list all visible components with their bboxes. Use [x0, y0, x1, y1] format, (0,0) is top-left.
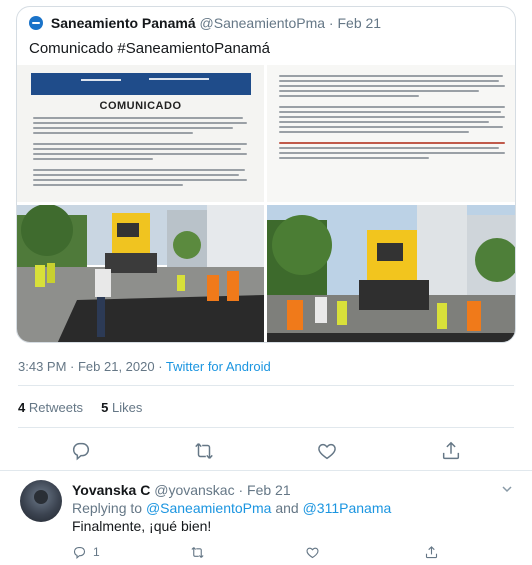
- engagement-stats: 4 Retweets 5 Likes: [18, 400, 142, 415]
- reply-like-button[interactable]: [305, 544, 320, 560]
- media-document-2[interactable]: [267, 65, 515, 202]
- reply-count: 1: [93, 545, 100, 559]
- reply-text: Finalmente, ¡qué bien!: [72, 518, 212, 534]
- media-document-1[interactable]: COMUNICADO: [17, 65, 264, 202]
- reply-date[interactable]: Feb 21: [247, 482, 291, 498]
- reply-author-name[interactable]: Yovanska C: [72, 482, 150, 498]
- like-button[interactable]: [316, 440, 338, 462]
- quoted-tweet-text: Comunicado #SaneamientoPanamá: [29, 40, 270, 57]
- retweet-icon: [191, 546, 204, 558]
- reply-retweet-button[interactable]: [190, 544, 205, 560]
- post-time[interactable]: 3:43 PM · Feb 21, 2020: [18, 359, 155, 374]
- mention-saneamientopma[interactable]: @SaneamientoPma: [146, 500, 272, 516]
- reply-tweet[interactable]: Yovanska C @yovanskac · Feb 21 Replying …: [0, 476, 532, 565]
- quoted-author-name[interactable]: Saneamiento Panamá: [51, 15, 196, 31]
- reply-button[interactable]: [70, 440, 92, 462]
- likes-label: Likes: [112, 400, 143, 415]
- reply-icon: [73, 546, 86, 559]
- retweets-count: 4: [18, 400, 26, 415]
- share-icon: [442, 441, 460, 460]
- more-options-button[interactable]: [500, 482, 514, 496]
- replying-to: Replying to @SaneamientoPma and @311Pana…: [72, 500, 391, 516]
- quoted-date[interactable]: Feb 21: [337, 15, 381, 31]
- replying-prefix: Replying to: [72, 500, 146, 516]
- document-heading: COMUNICADO: [99, 100, 182, 112]
- post-timestamp: 3:43 PM · Feb 21, 2020 · Twitter for And…: [18, 359, 271, 374]
- divider-top: [18, 385, 514, 386]
- quoted-separator: ·: [328, 15, 334, 31]
- media-photo-2[interactable]: [267, 205, 515, 342]
- retweet-icon: [195, 443, 213, 459]
- replying-and: and: [271, 500, 303, 516]
- road-work-photo-1: [17, 205, 264, 342]
- chevron-down-icon: [502, 486, 512, 493]
- tweet-actions: [0, 440, 532, 462]
- reply-share-button[interactable]: [424, 544, 439, 560]
- post-time-separator: ·: [154, 359, 166, 374]
- quoted-avatar[interactable]: [29, 16, 43, 30]
- like-icon: [306, 547, 319, 558]
- reply-author-handle[interactable]: @yovanskac: [154, 482, 234, 498]
- divider-bottom: [0, 470, 532, 471]
- share-button[interactable]: [440, 440, 462, 462]
- reply-avatar[interactable]: [20, 480, 62, 522]
- likes-count: 5: [101, 400, 109, 415]
- mention-311panama[interactable]: @311Panama: [303, 500, 392, 516]
- retweet-button[interactable]: [193, 440, 215, 462]
- media-photo-1[interactable]: [17, 205, 264, 342]
- quoted-tweet-header: Saneamiento Panamá @SaneamientoPma · Feb…: [29, 15, 381, 31]
- post-source[interactable]: Twitter for Android: [166, 359, 271, 374]
- share-icon: [425, 545, 438, 558]
- like-icon: [318, 443, 336, 460]
- quoted-media-grid: COMUNICADO: [17, 65, 515, 342]
- reply-separator: ·: [238, 482, 244, 498]
- retweets-stat[interactable]: 4 Retweets: [18, 400, 87, 415]
- reply-actions: 1: [0, 544, 532, 562]
- quoted-author-handle[interactable]: @SaneamientoPma: [200, 15, 326, 31]
- reply-reply-button[interactable]: 1: [72, 544, 100, 560]
- document-banner: [31, 73, 251, 95]
- reply-icon: [72, 442, 90, 461]
- road-work-photo-2: [267, 205, 515, 342]
- reply-header: Yovanska C @yovanskac · Feb 21: [72, 482, 291, 498]
- retweets-label: Retweets: [28, 400, 84, 415]
- divider-middle: [18, 427, 514, 428]
- quoted-tweet-card[interactable]: Saneamiento Panamá @SaneamientoPma · Feb…: [16, 6, 516, 343]
- likes-stat[interactable]: 5 Likes: [101, 400, 142, 415]
